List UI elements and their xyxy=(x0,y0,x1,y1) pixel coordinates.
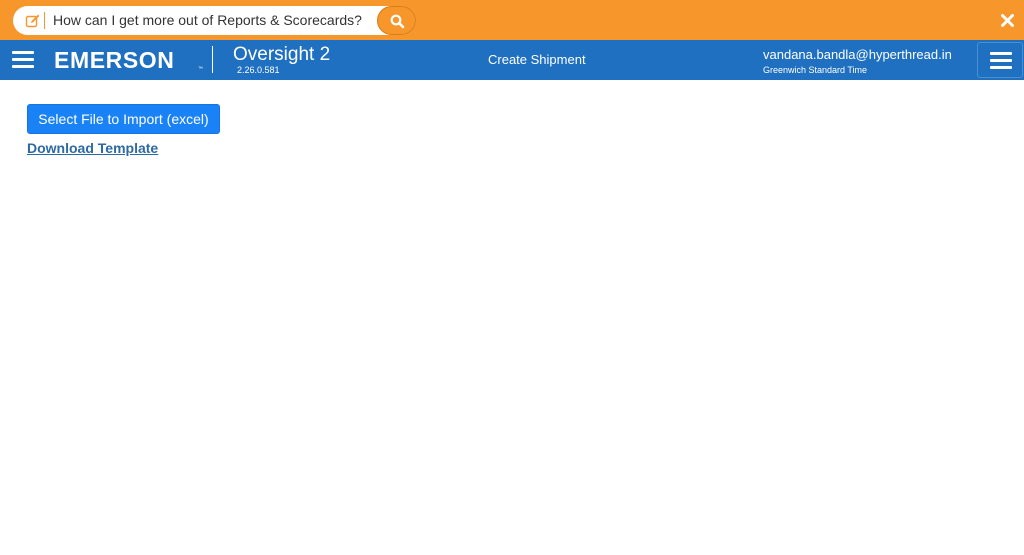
help-divider xyxy=(44,12,45,29)
search-icon xyxy=(390,14,405,29)
hamburger-icon[interactable] xyxy=(12,51,34,69)
edit-icon xyxy=(25,13,41,29)
brand-divider xyxy=(212,46,213,73)
page-title: Create Shipment xyxy=(488,52,586,67)
help-prompt-text[interactable]: How can I get more out of Reports & Scor… xyxy=(53,12,362,29)
hamburger-icon xyxy=(990,52,1012,70)
brand-trademark: ™ xyxy=(198,66,203,72)
app-header: EMERSON ™ Oversight 2 2.26.0.581 Create … xyxy=(0,40,1024,80)
select-file-button[interactable]: Select File to Import (excel) xyxy=(27,104,220,134)
user-email: vandana.bandla@hyperthread.in xyxy=(763,47,952,62)
user-timezone: Greenwich Standard Time xyxy=(763,65,868,75)
user-menu-button[interactable] xyxy=(977,42,1023,78)
download-template-link[interactable]: Download Template xyxy=(27,140,158,157)
help-search-button[interactable] xyxy=(377,6,416,35)
close-icon[interactable] xyxy=(1000,13,1015,28)
app-title: Oversight 2 xyxy=(233,44,331,65)
app-version: 2.26.0.581 xyxy=(237,65,280,75)
brand-logo[interactable]: EMERSON xyxy=(54,47,175,73)
help-bar: How can I get more out of Reports & Scor… xyxy=(0,0,1024,40)
help-search-box[interactable]: How can I get more out of Reports & Scor… xyxy=(13,6,416,35)
